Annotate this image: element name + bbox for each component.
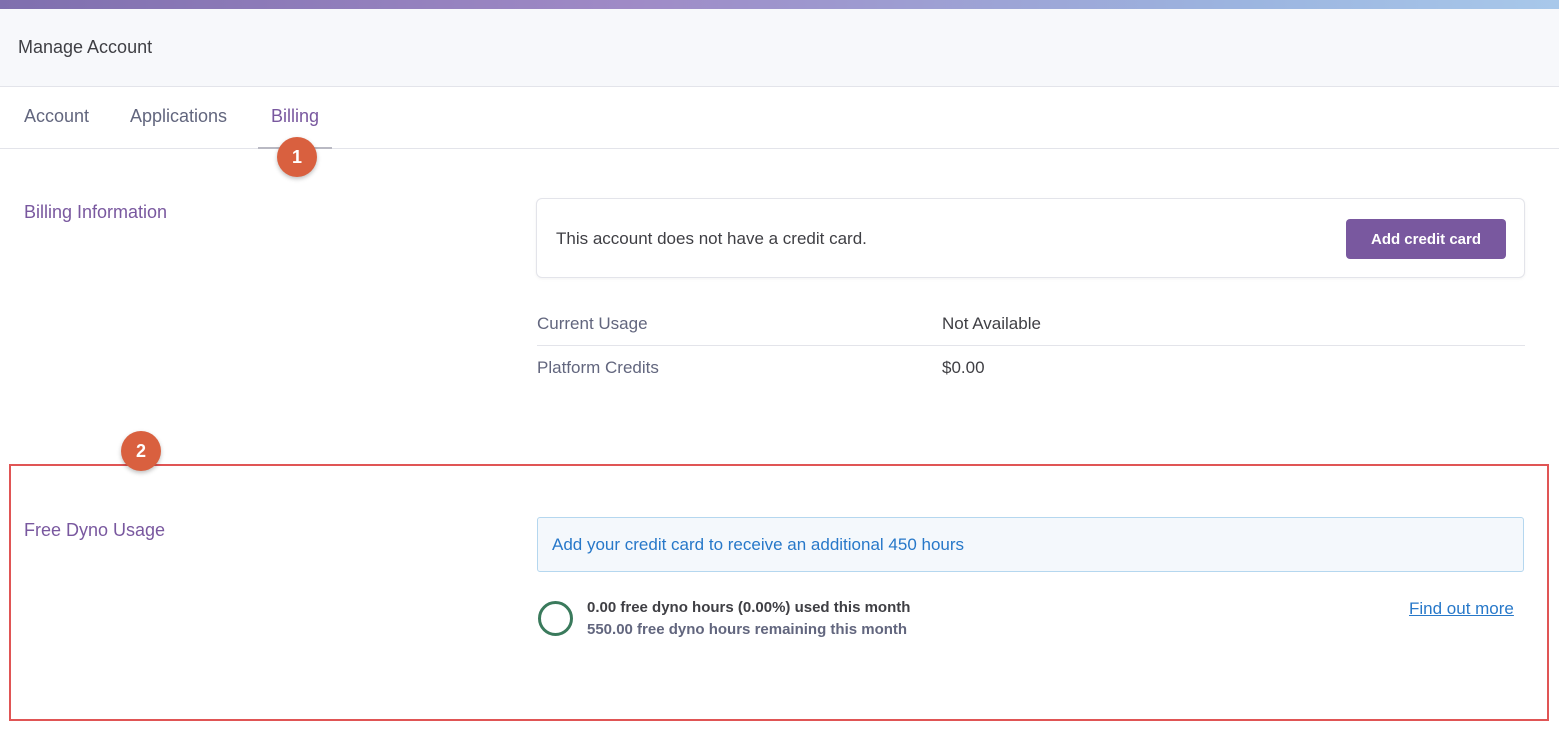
account-tabs: Account Applications Billing [0, 87, 1559, 149]
dyno-hours-used: 0.00 free dyno hours (0.00%) used this m… [587, 599, 911, 616]
billing-usage-table: Current Usage Not Available Platform Cre… [537, 300, 1525, 392]
tab-applications[interactable]: Applications [130, 106, 227, 127]
annotation-marker-1: 1 [277, 137, 317, 177]
dyno-usage-ring-icon [538, 601, 573, 636]
top-accent-bar [0, 0, 1559, 9]
credit-card-info-banner: Add your credit card to receive an addit… [537, 517, 1524, 572]
add-credit-card-button[interactable]: Add credit card [1346, 219, 1506, 259]
usage-row-platform-credits: Platform Credits $0.00 [537, 346, 1525, 392]
page-header: Manage Account [0, 9, 1559, 87]
page-title: Manage Account [18, 37, 153, 57]
no-credit-card-message: This account does not have a credit card… [556, 229, 867, 248]
find-out-more-link[interactable]: Find out more [1409, 599, 1514, 619]
usage-key: Platform Credits [537, 358, 659, 377]
usage-value: $0.00 [942, 358, 985, 377]
usage-key: Current Usage [537, 314, 648, 333]
dyno-hours-remaining: 550.00 free dyno hours remaining this mo… [587, 621, 908, 638]
usage-row-current-usage: Current Usage Not Available [537, 300, 1525, 346]
billing-information-heading: Billing Information [24, 202, 168, 222]
info-banner-text: Add your credit card to receive an addit… [552, 535, 965, 554]
highlight-frame [9, 464, 1549, 721]
annotation-marker-2: 2 [121, 431, 161, 471]
usage-value: Not Available [942, 314, 1041, 333]
credit-card-panel: This account does not have a credit card… [536, 198, 1525, 278]
tab-account[interactable]: Account [24, 106, 89, 127]
tab-billing[interactable]: Billing [271, 106, 319, 127]
free-dyno-usage-heading: Free Dyno Usage [24, 520, 166, 540]
